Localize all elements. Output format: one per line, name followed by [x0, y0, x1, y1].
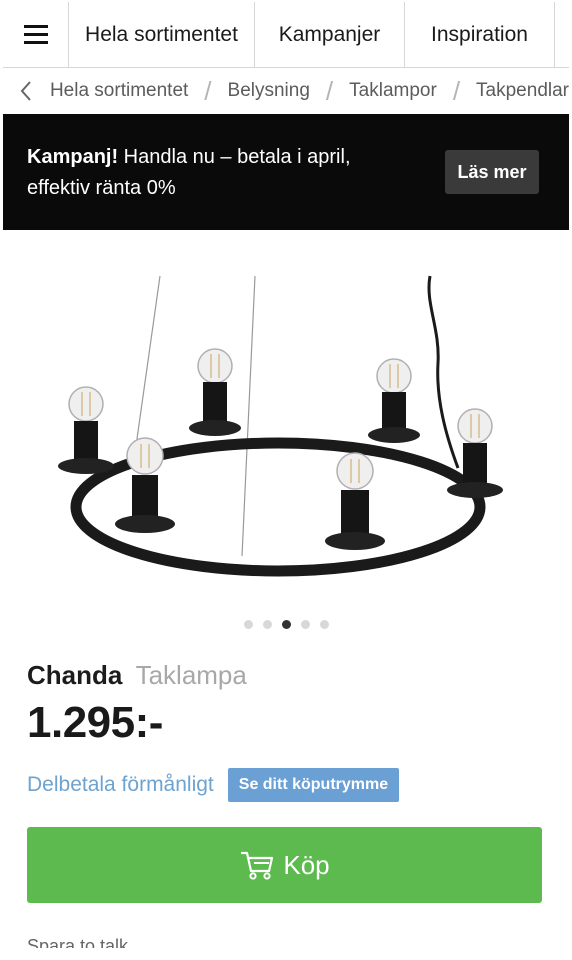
lamp-back-right: [368, 358, 420, 443]
hamburger-icon: [23, 25, 48, 45]
product-image[interactable]: [20, 258, 550, 598]
product-title: Chanda Taklampa: [27, 660, 247, 691]
breadcrumb-item-hela-sortimentet[interactable]: Hela sortimentet: [50, 80, 188, 102]
product-price: 1.295:-: [27, 698, 163, 747]
lamp-left: [58, 386, 114, 474]
campaign-label: Kampanj!: [27, 146, 119, 168]
buy-button[interactable]: Köp: [27, 827, 542, 903]
campaign-banner: Kampanj! Handla nu – betala i april, eff…: [3, 114, 569, 230]
breadcrumb-separator: /: [204, 75, 212, 106]
breadcrumb-item-belysning[interactable]: Belysning: [228, 80, 310, 102]
gallery-dot[interactable]: [262, 620, 272, 629]
nav-item-kampanjer[interactable]: Kampanjer: [255, 2, 405, 68]
product-name: Chanda: [27, 660, 123, 690]
campaign-text: Kampanj! Handla nu – betala i april, eff…: [27, 142, 407, 204]
gallery-dot[interactable]: [243, 620, 253, 629]
gallery-dot[interactable]: [319, 620, 329, 629]
breadcrumb-separator: /: [325, 75, 334, 106]
cart-icon: [241, 851, 274, 880]
breadcrumb-back-button[interactable]: [3, 80, 50, 102]
nav-item-inspiration[interactable]: Inspiration: [405, 2, 555, 68]
next-section-heading: Spara to talk: [27, 936, 129, 948]
read-more-button[interactable]: Läs mer: [445, 150, 539, 194]
top-navigation: Hela sortimentet Kampanjer Inspiration: [3, 2, 569, 68]
chevron-left-icon: [21, 81, 32, 101]
breadcrumb-item-taklampor[interactable]: Taklampor: [349, 80, 437, 102]
finance-row: Delbetala förmånligt Se ditt köputrymme: [27, 768, 400, 802]
breadcrumb: Hela sortimentet / Belysning / Taklampor…: [3, 68, 569, 114]
buy-button-label: Köp: [283, 849, 330, 880]
installment-link[interactable]: Delbetala förmånligt: [27, 773, 214, 797]
check-credit-button[interactable]: Se ditt köputrymme: [227, 768, 400, 802]
gallery-dot[interactable]: [281, 620, 291, 629]
lamp-right: [447, 408, 503, 498]
gallery-dot[interactable]: [300, 620, 310, 629]
nav-item-hela-sortimentet[interactable]: Hela sortimentet: [69, 2, 255, 68]
breadcrumb-separator: /: [452, 75, 461, 106]
menu-button[interactable]: [3, 2, 69, 68]
lamp-back-left: [189, 348, 241, 436]
product-type: Taklampa: [135, 660, 247, 690]
gallery-pagination: [0, 620, 572, 629]
lamp-front-right: [325, 452, 385, 550]
breadcrumb-item-takpendlar[interactable]: Takpendlar: [476, 80, 569, 102]
